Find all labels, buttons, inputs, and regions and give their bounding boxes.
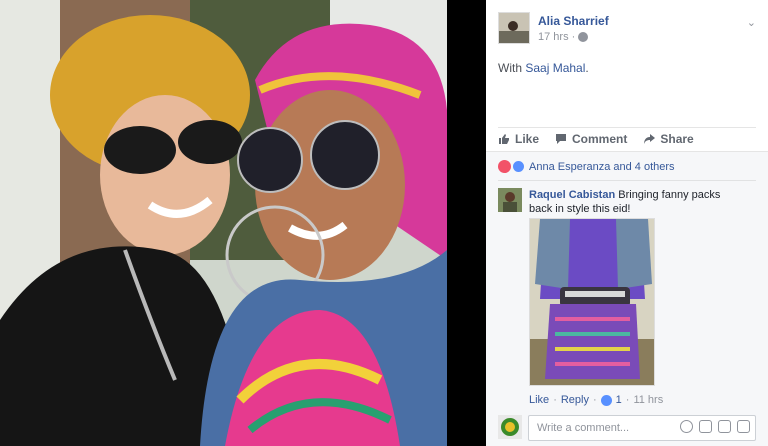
- divider: [498, 180, 756, 181]
- comment-reply-link[interactable]: Reply: [561, 394, 589, 406]
- comment-footer: Like · Reply · 1 · 11 hrs: [529, 394, 664, 406]
- sticker-icon[interactable]: [737, 420, 750, 433]
- post-photo[interactable]: [0, 0, 447, 446]
- like-label: Like: [515, 132, 540, 146]
- thumbs-up-icon: [499, 134, 509, 144]
- comment-body: Raquel Cabistan Bringing fanny packs bac…: [529, 188, 739, 216]
- emoji-icon[interactable]: [680, 420, 693, 433]
- comment-icon: [556, 134, 567, 144]
- comment-time[interactable]: 11 hrs: [633, 394, 663, 406]
- comment-button[interactable]: Comment: [555, 130, 627, 148]
- post-time[interactable]: 17 hrs: [538, 31, 569, 43]
- like-button[interactable]: Like: [498, 130, 539, 148]
- comment-tools: [680, 420, 750, 433]
- post-meta: 17 hrs ·: [538, 31, 589, 43]
- share-label: Share: [660, 132, 694, 146]
- love-reaction-icon: [498, 160, 511, 173]
- write-comment-row: Write a comment...: [498, 415, 756, 441]
- comment-photo[interactable]: [529, 218, 655, 386]
- reactions-summary[interactable]: Anna Esperanza and 4 others: [498, 160, 675, 173]
- globe-icon[interactable]: [578, 32, 589, 42]
- author-name[interactable]: Alia Sharrief: [538, 14, 609, 28]
- current-user-avatar: [498, 415, 522, 439]
- post-header: Alia Sharrief 17 hrs · ⌄: [498, 12, 756, 52]
- like-badge-icon: [600, 394, 612, 406]
- post-panel: Alia Sharrief 17 hrs · ⌄ With Saaj Mahal…: [486, 0, 768, 446]
- chevron-down-icon[interactable]: ⌄: [747, 16, 756, 29]
- share-icon: [644, 134, 656, 144]
- commenter-name[interactable]: Raquel Cabistan: [529, 189, 615, 201]
- comment-like-link[interactable]: Like: [529, 394, 549, 406]
- divider: [498, 127, 756, 128]
- comment-input-placeholder: Write a comment...: [537, 422, 630, 434]
- share-button[interactable]: Share: [643, 130, 694, 148]
- author-avatar[interactable]: [498, 12, 530, 44]
- gif-icon[interactable]: [718, 420, 731, 433]
- commenter-avatar[interactable]: [498, 188, 522, 212]
- with-prefix: With: [498, 61, 522, 75]
- like-reaction-icon: [512, 160, 525, 173]
- with-suffix: .: [585, 61, 589, 75]
- comment-label: Comment: [572, 132, 628, 146]
- reactions-text[interactable]: Anna Esperanza and 4 others: [529, 161, 675, 173]
- tagged-friend[interactable]: Saaj Mahal: [525, 61, 585, 75]
- feedback-section: Anna Esperanza and 4 others Raquel Cabis…: [486, 151, 768, 446]
- post-actions: Like Comment Share: [498, 130, 694, 148]
- photo-viewer: [0, 0, 486, 446]
- comment-like-count[interactable]: 1: [616, 394, 622, 406]
- camera-icon[interactable]: [699, 420, 712, 433]
- post-caption: With Saaj Mahal.: [498, 61, 589, 75]
